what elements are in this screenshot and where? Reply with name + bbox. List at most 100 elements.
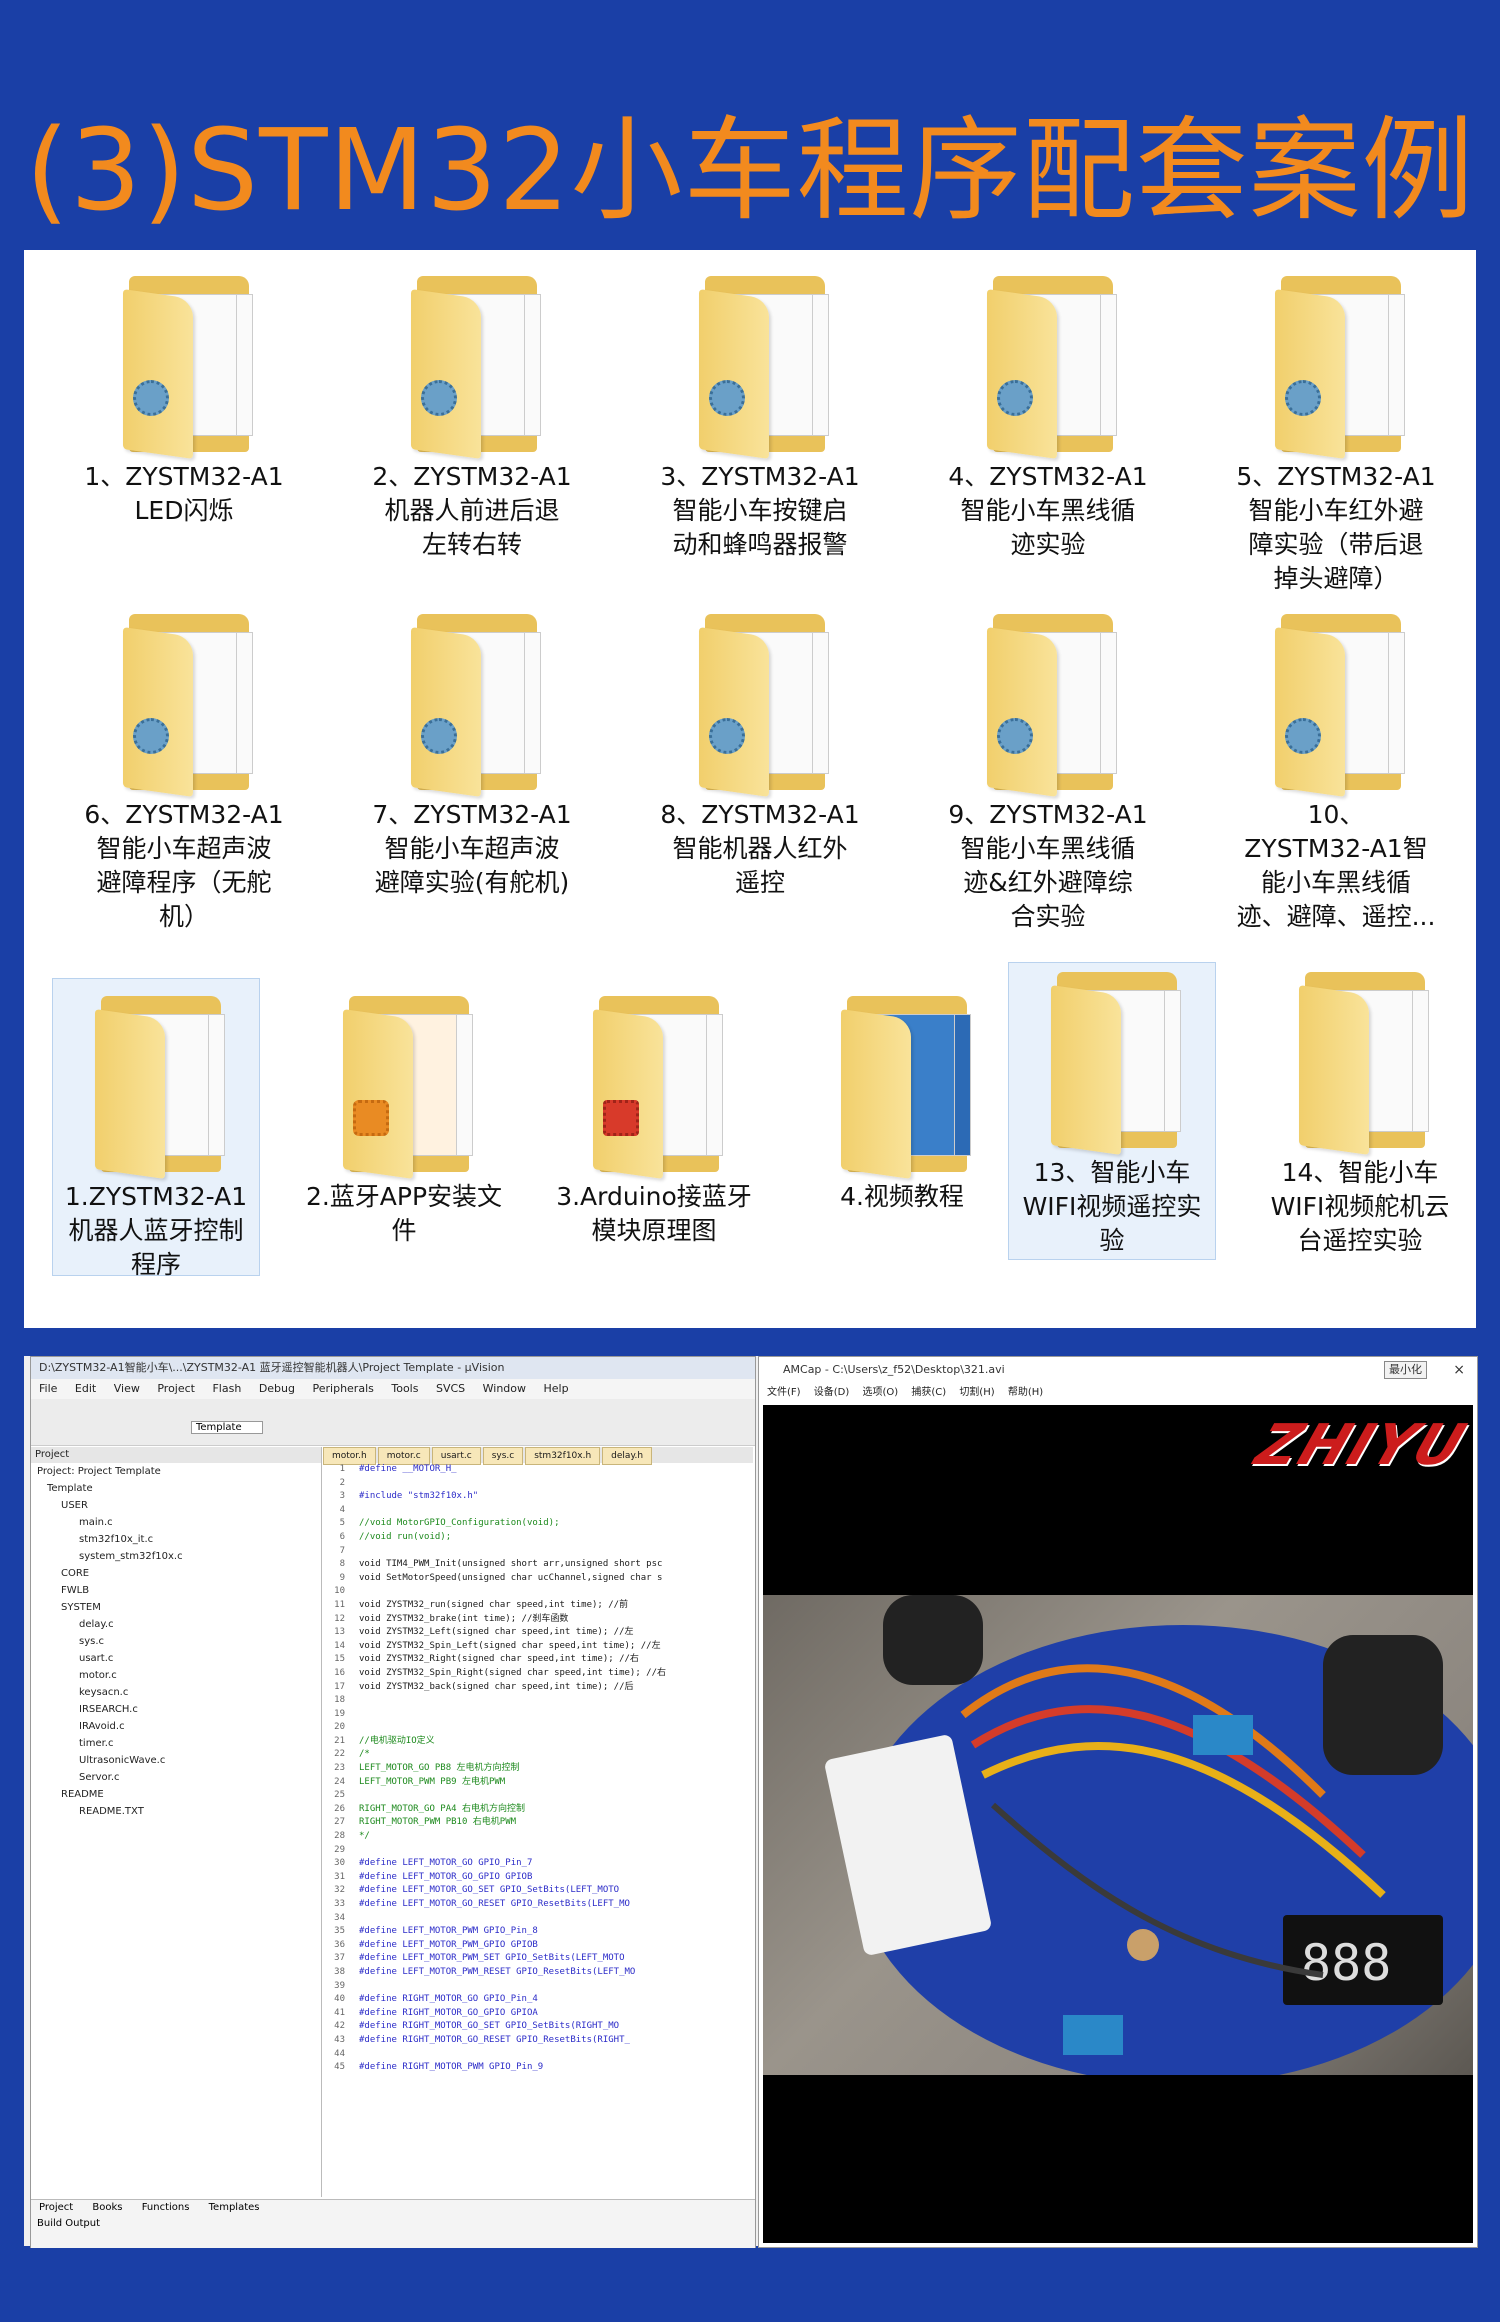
code-line: 41 #define RIGHT_MOTOR_GO_GPIO GPIOA [323,2007,753,2021]
menu-item[interactable]: Help [544,1382,569,1395]
editor-tab[interactable]: delay.h [602,1447,653,1465]
folder-label: 10、 ZYSTM32-A1智 能小车黑线循 迹、避障、遥控... [1236,800,1436,931]
menu-item[interactable]: SVCS [436,1382,465,1395]
folder-label: 1.ZYSTM32-A1 机器人蓝牙控制 程序 [64,1182,248,1279]
folder-item[interactable]: 10、 ZYSTM32-A1智 能小车黑线循 迹、避障、遥控... [1216,608,1456,934]
ide-window: D:\ZYSTM32-A1智能小车\...\ZYSTM32-A1 蓝牙遥控智能机… [30,1356,756,2248]
folder-icon [1251,608,1421,798]
line-text: /* [359,1749,370,1760]
panel-tab[interactable]: Project [39,2202,73,2213]
tree-node[interactable]: FWLB [31,1582,321,1599]
minimize-button[interactable]: 最小化 [1384,1361,1427,1379]
folder-item[interactable]: 4、ZYSTM32-A1 智能小车黑线循 迹实验 [928,270,1168,562]
folder-label: 4.视频教程 [840,1182,964,1211]
folder-item[interactable]: 3.Arduino接蓝牙 模块原理图 [534,990,774,1248]
tree-node[interactable]: main.c [31,1514,321,1531]
folder-item[interactable]: 1.ZYSTM32-A1 机器人蓝牙控制 程序 [36,990,276,1282]
code-line: 37 #define LEFT_MOTOR_PWM_SET GPIO_SetBit… [323,1952,753,1966]
code-line: 2 [323,1477,753,1491]
folder-icon [963,608,1133,798]
menu-item[interactable]: 捕获(C) [911,1387,946,1398]
tree-node[interactable]: Servor.c [31,1769,321,1786]
tree-node[interactable]: IRSEARCH.c [31,1701,321,1718]
line-text: #define LEFT_MOTOR_GO_RESET GPIO_ResetBi… [359,1899,630,1909]
menu-item[interactable]: 设备(D) [814,1387,850,1398]
folder-item[interactable]: 2.蓝牙APP安装文 件 [284,990,524,1248]
line-text: void ZYSTM32_back(signed char speed,int … [359,1681,634,1692]
menu-item[interactable]: Window [483,1382,526,1395]
line-text: #define LEFT_MOTOR_PWM_GPIO GPIOB [359,1939,538,1950]
folder-item[interactable]: 5、ZYSTM32-A1 智能小车红外避 障实验（带后退 掉头避障） [1216,270,1456,596]
tree-node[interactable]: README [31,1786,321,1803]
tree-node[interactable]: Project: Project Template [31,1463,321,1480]
ide-toolbar[interactable]: Template [31,1399,755,1446]
tree-node[interactable]: motor.c [31,1667,321,1684]
tree-node[interactable]: system_stm32f10x.c [31,1548,321,1565]
amcap-title: AMCap - C:\Users\z_f52\Desktop\321.avi 最… [759,1357,1477,1383]
line-number: 23 [334,1763,345,1774]
code-line: 15 void ZYSTM32_Right(signed char speed,i… [323,1653,753,1667]
menu-item[interactable]: Peripherals [313,1382,374,1395]
menu-item[interactable]: Tools [391,1382,418,1395]
code-line: 26 RIGHT_MOTOR_GO PA4 右电机方向控制 [323,1803,753,1817]
editor-tab[interactable]: stm32f10x.h [525,1447,601,1465]
code-line: 19 [323,1708,753,1722]
code-line: 36 #define LEFT_MOTOR_PWM_GPIO GPIOB [323,1939,753,1953]
folder-item[interactable]: 1、ZYSTM32-A1 LED闪烁 [64,270,304,528]
line-text: void ZYSTM32_Left(signed char speed,int … [359,1627,634,1638]
close-icon[interactable]: × [1453,1357,1465,1383]
menu-item[interactable]: 切割(H) [959,1387,994,1398]
tree-node[interactable]: SYSTEM [31,1599,321,1616]
folder-item[interactable]: 3、ZYSTM32-A1 智能小车按键启 动和蜂鸣器报警 [640,270,880,562]
menu-item[interactable]: 选项(O) [862,1387,898,1398]
tree-node[interactable]: timer.c [31,1735,321,1752]
line-text: void SetMotorSpeed(unsigned char ucChann… [359,1572,663,1583]
tree-node[interactable]: IRAvoid.c [31,1718,321,1735]
folder-item[interactable]: 13、智能小车 WIFI视频遥控实 验 [992,966,1232,1258]
menu-item[interactable]: 帮助(H) [1008,1387,1043,1398]
folder-item[interactable]: 7、ZYSTM32-A1 智能小车超声波 避障实验(有舵机) [352,608,592,900]
tree-node[interactable]: sys.c [31,1633,321,1650]
tree-node[interactable]: USER [31,1497,321,1514]
panel-tab[interactable]: Books [92,2202,122,2213]
panel-tab[interactable]: Functions [142,2202,190,2213]
folder-label: 1、ZYSTM32-A1 LED闪烁 [84,462,284,525]
folder-label: 6、ZYSTM32-A1 智能小车超声波 避障程序（无舵 机） [84,800,284,931]
folder-item[interactable]: 8、ZYSTM32-A1 智能机器人红外 遥控 [640,608,880,900]
folder-item[interactable]: 4.视频教程 [782,990,1022,1214]
tree-node[interactable]: Template [31,1480,321,1497]
menu-item[interactable]: Project [157,1382,195,1395]
tree-node[interactable]: usart.c [31,1650,321,1667]
menu-item[interactable]: Flash [212,1382,241,1395]
line-text: void ZYSTM32_Right(signed char speed,int… [359,1654,639,1665]
tree-node[interactable]: README.TXT [31,1803,321,1820]
code-line: 44 [323,2048,753,2062]
tree-node[interactable]: CORE [31,1565,321,1582]
menu-item[interactable]: File [39,1382,57,1395]
code-line: 18 [323,1694,753,1708]
folder-item[interactable]: 9、ZYSTM32-A1 智能小车黑线循 迹&红外避障综 合实验 [928,608,1168,934]
editor-tab[interactable]: sys.c [482,1447,524,1465]
code-line: 1 #define __MOTOR_H_ [323,1463,753,1477]
folder-item[interactable]: 2、ZYSTM32-A1 机器人前进后退 左转右转 [352,270,592,562]
tree-node[interactable]: UltrasonicWave.c [31,1752,321,1769]
menu-item[interactable]: 文件(F) [767,1387,801,1398]
folder-icon [675,608,845,798]
folder-label: 2.蓝牙APP安装文 件 [305,1182,503,1245]
panel-tab[interactable]: Templates [209,2202,260,2213]
folder-item[interactable]: 6、ZYSTM32-A1 智能小车超声波 避障程序（无舵 机） [64,608,304,934]
target-select[interactable]: Template [191,1421,263,1434]
code-line: 25 [323,1789,753,1803]
line-number: 44 [334,2048,345,2059]
line-number: 42 [334,2021,345,2032]
code-line: 13 void ZYSTM32_Left(signed char speed,in… [323,1626,753,1640]
tree-node[interactable]: keysacn.c [31,1684,321,1701]
menu-item[interactable]: View [114,1382,140,1395]
amcap-title-text: AMCap - C:\Users\z_f52\Desktop\321.avi [783,1363,1005,1376]
tree-node[interactable]: delay.c [31,1616,321,1633]
menu-item[interactable]: Edit [75,1382,96,1395]
folder-item[interactable]: 14、智能小车 WIFI视频舵机云 台遥控实验 [1240,966,1480,1258]
code-editor[interactable]: motor.h motor.c usart.c sys.c stm32f10x.h del… [323,1447,753,2197]
menu-item[interactable]: Debug [259,1382,295,1395]
tree-node[interactable]: stm32f10x_it.c [31,1531,321,1548]
